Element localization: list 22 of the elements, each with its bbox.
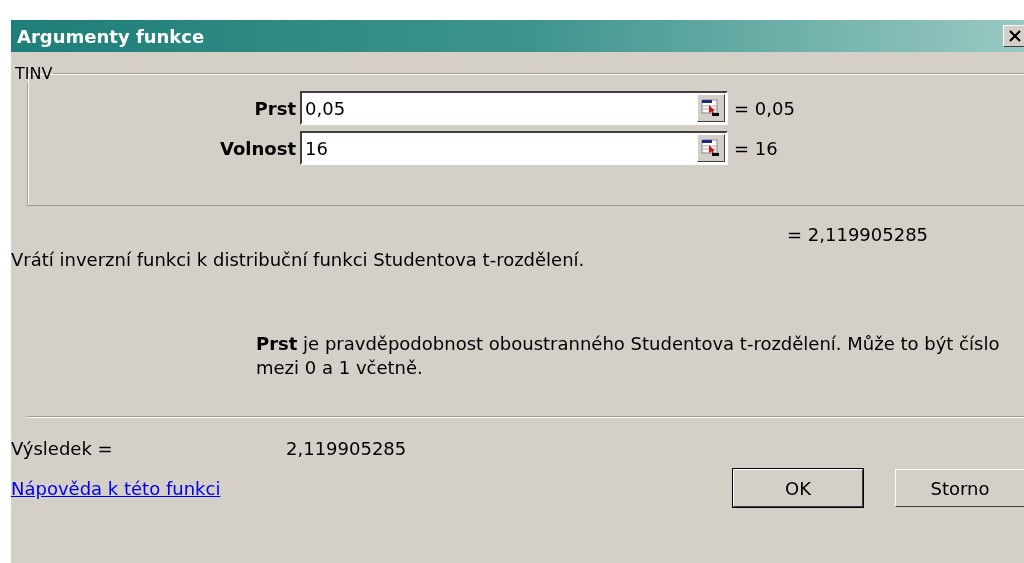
argument-field[interactable]: 16 — [300, 131, 728, 165]
range-picker-button[interactable] — [697, 94, 725, 122]
argument-result: = 16 — [734, 137, 778, 159]
table-cursor-icon — [701, 139, 721, 157]
table-cursor-icon — [701, 99, 721, 117]
ok-button[interactable]: OK — [733, 469, 863, 507]
help-link[interactable]: Nápověda k této funkci — [11, 477, 221, 499]
argument-label: Prst — [253, 97, 297, 119]
result-value: 2,119905285 — [286, 438, 407, 459]
argument-result: = 0,05 — [734, 97, 795, 119]
argument-label: Volnost — [219, 137, 297, 159]
function-description: Vrátí inverzní funkci k distribuční funkci Studentova t-rozdělení. — [11, 249, 586, 270]
argument-field[interactable]: 0,05 — [300, 91, 728, 125]
close-icon — [1008, 29, 1022, 43]
formula-result: = 2,119905285 — [787, 224, 930, 245]
close-button[interactable] — [1003, 25, 1024, 47]
argument-description: Prst je pravděpodobnost oboustranného Studentova t-rozdělení. Může to být číslo mezi 0 a 1 včetně. — [256, 332, 1001, 380]
cancel-button[interactable]: Storno — [895, 469, 1024, 507]
result-label: Výsledek = — [11, 438, 114, 459]
range-picker-button[interactable] — [697, 134, 725, 162]
window-title: Argumenty funkce — [17, 25, 205, 47]
function-name: TINV — [14, 64, 54, 83]
